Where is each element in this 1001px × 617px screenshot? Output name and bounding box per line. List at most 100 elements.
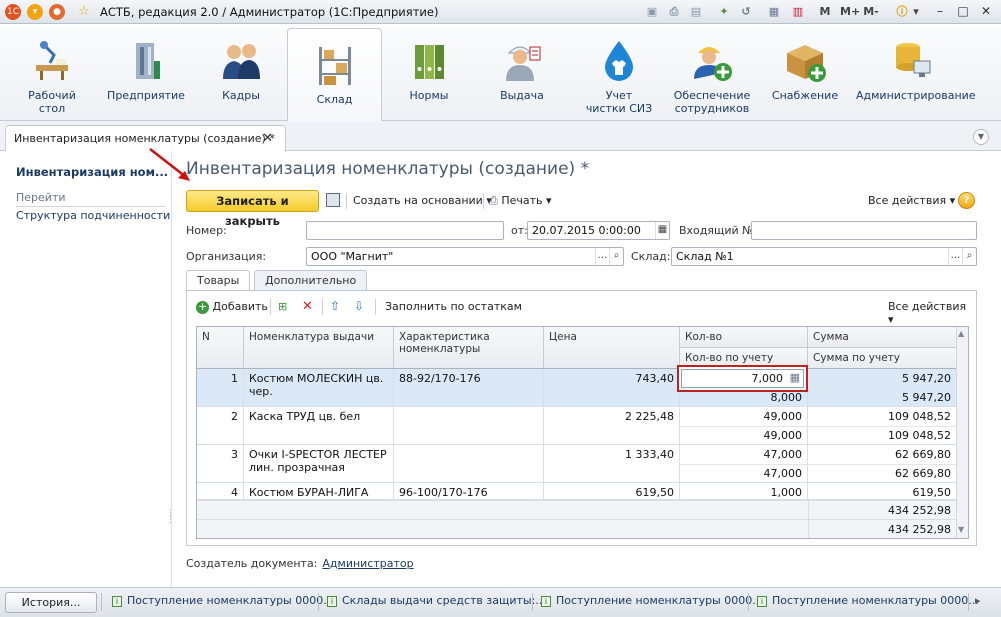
doc-tab-inventory[interactable]: Инвентаризация номенклатуры (создание) *…: [5, 125, 286, 152]
close-icon[interactable]: ✕: [262, 131, 273, 146]
cell-price[interactable]: 1 333,40: [544, 445, 680, 482]
calendar-icon[interactable]: ▦: [655, 222, 669, 239]
section-norms[interactable]: Нормы: [392, 25, 466, 121]
panel-splitter-handle[interactable]: ⋮ ⋮: [166, 510, 175, 525]
incoming-number-field[interactable]: [751, 221, 977, 240]
select-ellipsis-icon[interactable]: …: [595, 248, 609, 265]
calendar-icon[interactable]: ▥: [790, 4, 806, 20]
move-up-icon[interactable]: ⇧: [330, 299, 340, 313]
section-enterprise[interactable]: Предприятие: [106, 25, 186, 121]
calculator-icon[interactable]: ▦: [790, 371, 800, 384]
taskbar-item[interactable]: i Поступление номенклатуры 0000...: [541, 594, 763, 607]
memory-m-button[interactable]: M: [818, 4, 832, 20]
taskbar-more-icon[interactable]: ▸: [975, 594, 981, 607]
cell-price[interactable]: 619,50: [544, 483, 680, 499]
cell-qty[interactable]: 1,000: [680, 483, 808, 499]
table-row[interactable]: 4 Костюм БУРАН-ЛИГА 2011 96-100/170-176 …: [197, 483, 957, 500]
scroll-down-icon[interactable]: ▼: [958, 525, 964, 534]
date-field[interactable]: 20.07.2015 0:00:00 ▦: [527, 221, 670, 240]
taskbar-item[interactable]: i Поступление номенклатуры 0000...: [112, 594, 334, 607]
info-menu-icon[interactable]: ▾: [910, 4, 922, 20]
taskbar-item[interactable]: i Склады выдачи средств защиты:...: [327, 594, 546, 607]
section-administration[interactable]: Администрирование: [856, 25, 976, 121]
record-icon[interactable]: ●: [49, 4, 65, 20]
author-link[interactable]: Администратор: [322, 557, 413, 570]
copy-row-icon[interactable]: ⊞: [278, 300, 287, 313]
close-window-button[interactable]: ✕: [976, 3, 996, 20]
cell-characteristic[interactable]: [394, 407, 544, 444]
create-based-on-button[interactable]: Создать на основании ▾: [353, 194, 492, 207]
nav-link-structure[interactable]: Структура подчиненности: [16, 209, 170, 222]
history-icon[interactable]: ↺: [738, 4, 754, 20]
number-field[interactable]: [306, 221, 504, 240]
cell-characteristic[interactable]: 96-100/170-176: [394, 483, 544, 499]
window-title: АСТБ, редакция 2.0 / Администратор (1С:П…: [100, 5, 439, 19]
section-cleaning[interactable]: Учет чистки СИЗ: [575, 25, 663, 121]
save-icon[interactable]: ▣: [644, 4, 660, 20]
column-header-price[interactable]: Цена: [544, 327, 680, 369]
column-header-characteristic[interactable]: Характеристика номенклатуры: [394, 327, 544, 369]
table-row[interactable]: 1 Костюм МОЛЕСКИН цв. чер. 88-92/170-176…: [197, 369, 957, 407]
warehouse-field[interactable]: Склад №1 … ⌕: [671, 247, 977, 266]
cell-item[interactable]: Костюм БУРАН-ЛИГА 2011: [244, 483, 394, 499]
section-issue[interactable]: Выдача: [484, 25, 560, 121]
cell-qty[interactable]: 47,000: [680, 445, 808, 464]
table-all-actions-button[interactable]: Все действия ▾: [888, 300, 971, 326]
section-hr[interactable]: Кадры: [204, 25, 278, 121]
add-row-button[interactable]: + Добавить: [196, 300, 268, 314]
tab-additional[interactable]: Дополнительно: [254, 270, 368, 290]
all-actions-button[interactable]: Все действия ▾: [868, 194, 955, 207]
move-down-icon[interactable]: ⇩: [354, 299, 364, 313]
table-row[interactable]: 3 Очки I-SPECTOR ЛЕСТЕР лин. прозрачная …: [197, 445, 957, 483]
favorite-star-icon[interactable]: ☆: [76, 4, 92, 20]
tabs-menu-icon[interactable]: ▼: [973, 129, 989, 145]
app-logo-icon[interactable]: 1C: [5, 4, 21, 20]
minimize-button[interactable]: –: [930, 3, 950, 20]
print-icon[interactable]: ⎙: [666, 4, 682, 20]
qty-edit-input[interactable]: 7,000 ▦: [681, 369, 804, 388]
section-procurement[interactable]: Снабжение: [766, 25, 844, 121]
menu-down-icon[interactable]: ▾: [27, 4, 43, 20]
print-button[interactable]: ⎙ Печать ▾: [489, 194, 552, 208]
cell-price[interactable]: 2 225,48: [544, 407, 680, 444]
memory-mplus-button[interactable]: M+: [840, 4, 860, 20]
column-header-sum[interactable]: Сумма: [808, 327, 957, 348]
select-ellipsis-icon[interactable]: …: [948, 248, 962, 265]
delete-row-icon[interactable]: ✕: [302, 299, 313, 314]
favorites-icon[interactable]: ✦: [716, 4, 732, 20]
scroll-up-icon[interactable]: ▲: [958, 329, 964, 338]
search-icon[interactable]: ⌕: [962, 248, 976, 265]
cell-item[interactable]: Очки I-SPECTOR ЛЕСТЕР лин. прозрачная: [244, 445, 394, 482]
cell-characteristic[interactable]: 88-92/170-176: [394, 369, 544, 406]
help-button[interactable]: ?: [958, 192, 975, 209]
nav-current-document[interactable]: Инвентаризация ном...: [16, 165, 168, 179]
fill-by-balance-button[interactable]: Заполнить по остаткам: [385, 300, 522, 313]
save-icon[interactable]: [326, 193, 340, 207]
cell-price[interactable]: 743,40: [544, 369, 680, 406]
info-icon[interactable]: ⓘ: [894, 4, 910, 20]
table-row[interactable]: 2 Каска ТРУД цв. бел 2 225,48 49,000 49,…: [197, 407, 957, 445]
maximize-button[interactable]: □: [953, 3, 973, 20]
taskbar-item[interactable]: i Поступление номенклатуры 0000...: [757, 594, 979, 607]
table-vertical-scrollbar[interactable]: ▲ ▼: [956, 327, 968, 538]
section-warehouse[interactable]: Склад: [287, 28, 382, 122]
calculator-icon[interactable]: ▦: [766, 4, 782, 20]
cell-characteristic[interactable]: [394, 445, 544, 482]
cell-qty[interactable]: 49,000: [680, 407, 808, 426]
column-header-item[interactable]: Номенклатура выдачи: [244, 327, 394, 369]
tab-goods[interactable]: Товары: [186, 270, 251, 291]
add-icon: +: [196, 300, 209, 314]
cell-item[interactable]: Каска ТРУД цв. бел: [244, 407, 394, 444]
cell-item[interactable]: Костюм МОЛЕСКИН цв. чер.: [244, 369, 394, 406]
history-button[interactable]: История...: [5, 592, 97, 613]
section-desktop[interactable]: Рабочий стол: [14, 25, 90, 121]
column-header-sum-accounting[interactable]: Сумма по учету: [808, 348, 957, 369]
save-and-close-button[interactable]: Записать и закрыть: [186, 190, 319, 228]
column-header-n[interactable]: N: [197, 327, 244, 369]
organization-field[interactable]: ООО "Магнит" … ⌕: [306, 247, 624, 266]
memory-mminus-button[interactable]: M-: [862, 4, 880, 20]
search-icon[interactable]: ⌕: [609, 248, 623, 265]
section-employee-supply[interactable]: Обеспечение сотрудников: [670, 25, 754, 121]
column-header-qty[interactable]: Кол-во: [680, 327, 808, 348]
preview-icon[interactable]: ▤: [688, 4, 704, 20]
